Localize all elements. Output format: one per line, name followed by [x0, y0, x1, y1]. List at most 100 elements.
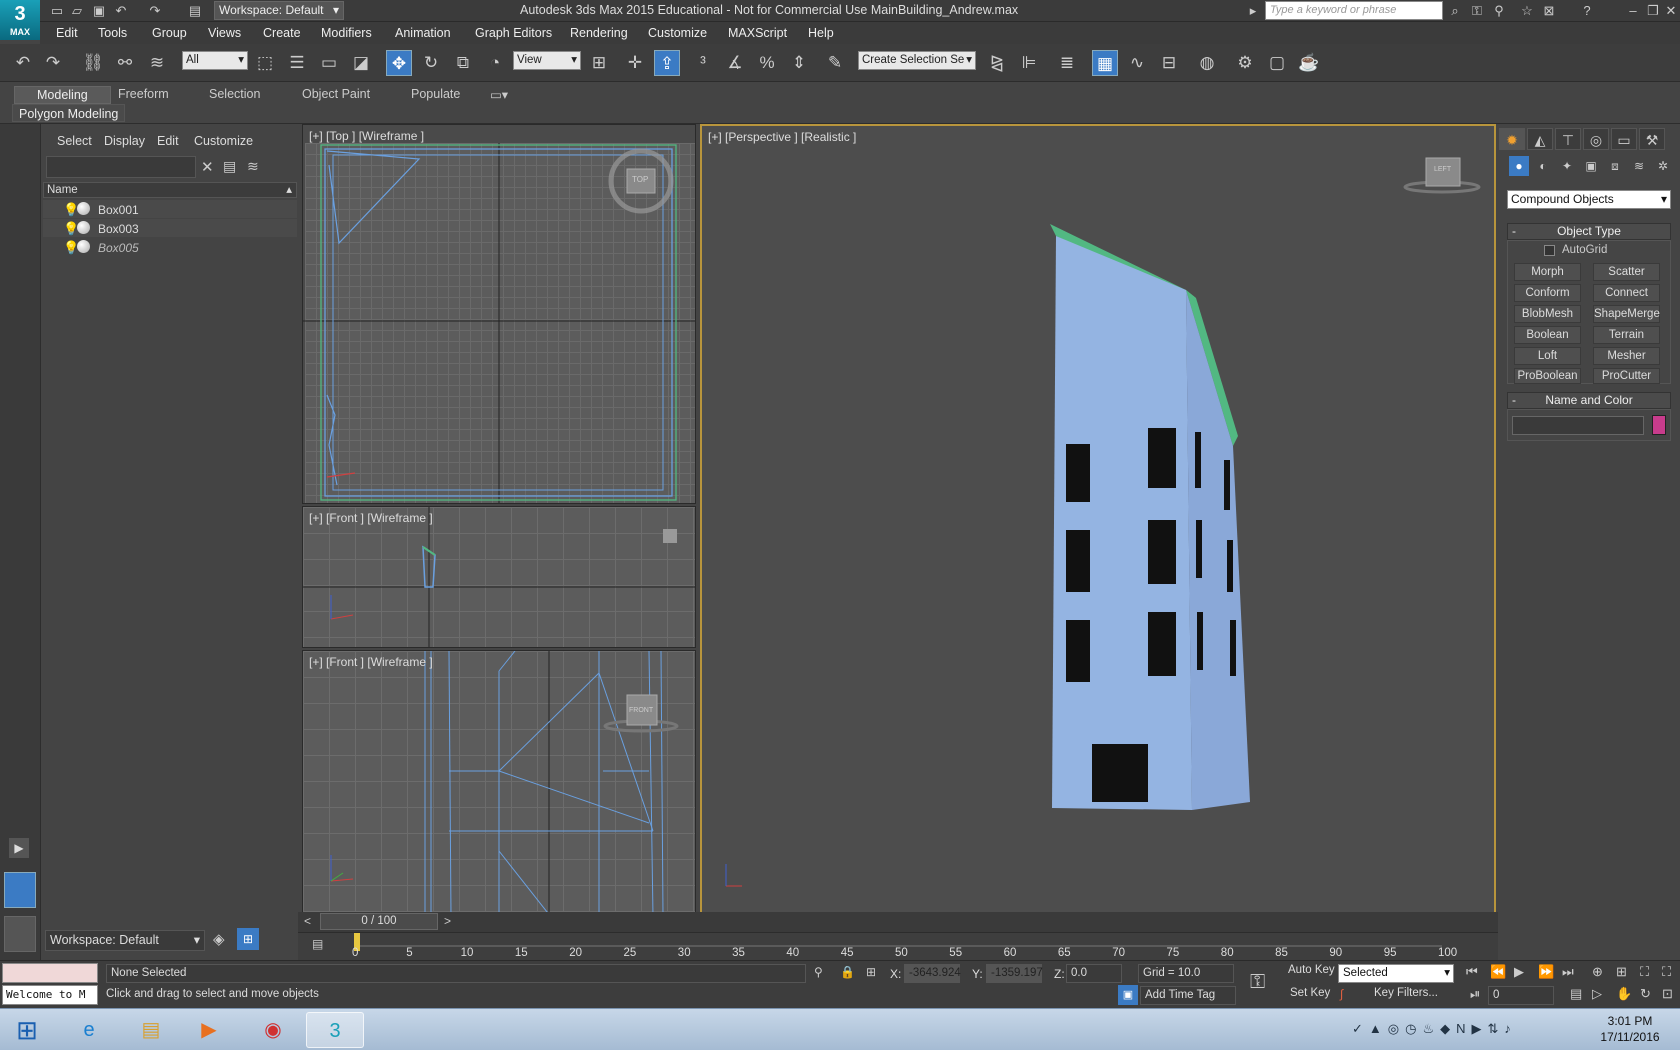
snaps-toggle-icon[interactable]: ³	[690, 50, 716, 76]
add-time-tag[interactable]: Add Time Tag	[1140, 986, 1236, 1005]
maxscript-listener-output[interactable]	[2, 963, 98, 983]
zoom-icon[interactable]: ⊕	[1592, 964, 1603, 980]
media-player-icon[interactable]: ▶	[180, 1012, 238, 1048]
explorer-menu-select[interactable]: Select	[57, 134, 92, 148]
rendered-frame-icon[interactable]: ▢	[1264, 50, 1290, 76]
viewport-front-1[interactable]: [+] [Front ] [Wireframe ]	[302, 506, 696, 648]
selection-filter-dropdown[interactable]: All ▾	[182, 51, 248, 70]
key-filters-button[interactable]: Key Filters...	[1374, 987, 1438, 999]
time-slider[interactable]: < 0 / 100 >	[298, 912, 1498, 932]
category-dropdown[interactable]: Compound Objects ▾	[1507, 190, 1671, 209]
menu-group[interactable]: Group	[152, 26, 187, 40]
isolate-icon[interactable]: ⚲	[814, 965, 823, 979]
open-file-icon[interactable]: ▱	[68, 2, 86, 20]
motion-tab-icon[interactable]: ◎	[1583, 128, 1609, 150]
blobmesh-button[interactable]: BlobMesh	[1514, 305, 1581, 323]
minimize-icon[interactable]: –	[1624, 2, 1642, 20]
object-type-rollout-header[interactable]: - Object Type	[1507, 223, 1671, 240]
align-icon[interactable]: ⊫	[1016, 50, 1042, 76]
place-icon[interactable]: ◔	[482, 50, 508, 76]
menu-rendering[interactable]: Rendering	[570, 26, 628, 40]
systems-icon[interactable]: ✲	[1653, 156, 1673, 176]
cameras-icon[interactable]: ▣	[1581, 156, 1601, 176]
zoom-extents-all-icon[interactable]: ⛶	[1662, 964, 1671, 980]
chevron-right-icon[interactable]: ▸	[1244, 2, 1262, 20]
rectangular-selection-icon[interactable]: ▭	[316, 50, 342, 76]
scene-object-row[interactable]: 💡 Box003	[43, 219, 297, 238]
terrain-button[interactable]: Terrain	[1593, 326, 1660, 344]
undo-icon[interactable]: ↶	[10, 50, 36, 76]
set-key-icon[interactable]: ⚿	[1250, 971, 1265, 994]
close-icon[interactable]: ✕	[1662, 2, 1680, 20]
menu-views[interactable]: Views	[208, 26, 241, 40]
file-explorer-icon[interactable]: ▤	[122, 1012, 180, 1048]
go-to-start-icon[interactable]: ⏮	[1466, 964, 1478, 980]
pivot-center-icon[interactable]: ⊞	[586, 50, 612, 76]
track-bar[interactable]: ▤ 0 5 10 15 20 25 30 35 40 45 50 55 60 65 70 75 80 85 90 95…	[298, 932, 1498, 960]
morph-button[interactable]: Morph	[1514, 263, 1581, 281]
menu-edit[interactable]: Edit	[56, 26, 78, 40]
menu-maxscript[interactable]: MAXScript	[728, 26, 787, 40]
system-tray-icons[interactable]: ✓▲◎◷♨◆N▶⇅♪	[1352, 1021, 1517, 1037]
viewport-label[interactable]: [+] [Perspective ] [Realistic ]	[708, 130, 856, 144]
hierarchy-icon[interactable]: ⊞	[237, 928, 259, 950]
autogrid-checkbox[interactable]	[1544, 245, 1555, 256]
app-logo[interactable]: 3 MAX	[0, 0, 40, 40]
signin-icon[interactable]: ⚲	[1490, 2, 1508, 20]
sphere-icon[interactable]	[77, 202, 90, 215]
shapes-icon[interactable]: ◐	[1533, 156, 1553, 176]
reference-coordinate-dropdown[interactable]: View ▾	[513, 51, 581, 70]
absolute-mode-icon[interactable]: ⊞	[866, 965, 876, 979]
select-and-scale-icon[interactable]: ⧉	[450, 50, 476, 76]
3ds-max-taskbar-icon[interactable]: 3	[306, 1012, 364, 1048]
play-icon[interactable]: ▶	[9, 838, 29, 858]
proboolean-button[interactable]: ProBoolean	[1514, 368, 1581, 384]
scene-explorer-toggle-icon[interactable]	[4, 872, 36, 908]
shapemerge-button[interactable]: ShapeMerge	[1593, 305, 1660, 323]
scatter-button[interactable]: Scatter	[1593, 263, 1660, 281]
explorer-filter-input[interactable]	[46, 156, 196, 178]
lock-selection-icon[interactable]: 🔒	[840, 965, 855, 979]
pan-icon[interactable]: ✋	[1616, 986, 1632, 1002]
menu-tools[interactable]: Tools	[98, 26, 127, 40]
helpers-icon[interactable]: ⧈	[1605, 156, 1625, 176]
save-icon[interactable]: ▣	[90, 2, 108, 20]
workspace-dropdown[interactable]: Workspace: Default ▾	[214, 1, 344, 20]
graphite-toggle-icon[interactable]: ▦	[1092, 50, 1118, 76]
play-animation-icon[interactable]: ▶	[1514, 964, 1524, 980]
y-coordinate-field[interactable]: -1359.197	[986, 964, 1043, 983]
field-of-view-icon[interactable]: ▷	[1592, 986, 1602, 1002]
boolean-button[interactable]: Boolean	[1514, 326, 1581, 344]
angle-snap-icon[interactable]: ∡	[722, 50, 748, 76]
find-icon[interactable]: ▤	[223, 158, 236, 175]
scene-object-row[interactable]: 💡 Box001	[43, 200, 297, 219]
new-file-icon[interactable]: ▭	[48, 2, 66, 20]
viewcube-label[interactable]: TOP	[632, 175, 648, 184]
system-clock[interactable]: 3:01 PM 17/11/2016	[1590, 1013, 1670, 1045]
set-key-button[interactable]: Set Key	[1290, 987, 1330, 999]
sphere-icon[interactable]	[77, 221, 90, 234]
help-icon[interactable]: ?	[1578, 2, 1596, 20]
tab-populate[interactable]: Populate	[411, 87, 460, 105]
prev-frame-icon[interactable]: <	[304, 914, 311, 928]
search-input[interactable]: Type a keyword or phrase	[1265, 1, 1443, 20]
conform-button[interactable]: Conform	[1514, 284, 1581, 302]
mesher-button[interactable]: Mesher	[1593, 347, 1660, 365]
redo-icon[interactable]: ↷	[146, 2, 164, 20]
internet-explorer-icon[interactable]: e	[60, 1012, 118, 1048]
chrome-icon[interactable]: ◉	[244, 1012, 302, 1048]
scene-object-row[interactable]: 💡 Box005	[43, 238, 297, 257]
explorer-workspace-dropdown[interactable]: Workspace: Default ▾	[45, 930, 205, 951]
render-setup-icon[interactable]: ⚙	[1232, 50, 1258, 76]
filter-options-icon[interactable]: ≋	[247, 158, 259, 175]
bind-space-warp-icon[interactable]: ≋	[144, 50, 170, 76]
schematic-view-icon[interactable]: ⊟	[1156, 50, 1182, 76]
explorer-menu-edit[interactable]: Edit	[157, 134, 179, 148]
viewport-top[interactable]: [+] [Top ] [Wireframe ] TOP	[302, 124, 696, 504]
layer-explorer-toggle-icon[interactable]	[4, 916, 36, 952]
manipulate-icon[interactable]: ⇪	[654, 50, 680, 76]
previous-frame-icon[interactable]: ⏪	[1490, 964, 1506, 980]
viewport-front-2[interactable]: [+] [Front ] [Wireframe ] FRONT	[302, 650, 696, 916]
select-object-icon[interactable]: ⬚	[252, 50, 278, 76]
geometry-icon[interactable]: ●	[1509, 156, 1529, 176]
